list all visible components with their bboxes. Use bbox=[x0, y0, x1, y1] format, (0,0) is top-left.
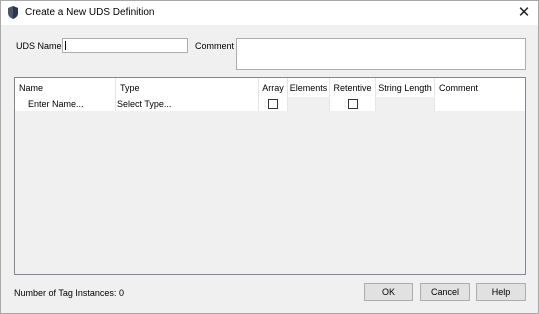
uds-name-label: UDS Name bbox=[16, 41, 62, 51]
grid-header-row: Name Type Array Elements Retentive Strin… bbox=[15, 78, 525, 97]
uds-name-input[interactable] bbox=[62, 38, 188, 53]
close-icon[interactable]: ✕ bbox=[514, 3, 534, 23]
column-header-name[interactable]: Name bbox=[15, 78, 116, 97]
column-header-string-length[interactable]: String Length bbox=[376, 78, 435, 97]
cell-retentive[interactable] bbox=[330, 97, 376, 111]
tag-instances-count: 0 bbox=[119, 288, 125, 298]
help-button[interactable]: Help bbox=[476, 283, 526, 301]
title-bar[interactable]: Create a New UDS Definition ✕ bbox=[1, 1, 538, 25]
cell-string-length[interactable] bbox=[376, 97, 435, 111]
member-grid[interactable]: Name Type Array Elements Retentive Strin… bbox=[14, 77, 526, 275]
uds-definition-dialog: Create a New UDS Definition ✕ UDS Name C… bbox=[0, 0, 539, 314]
cancel-button[interactable]: Cancel bbox=[420, 283, 470, 301]
cell-elements[interactable] bbox=[288, 97, 330, 111]
column-header-array[interactable]: Array bbox=[259, 78, 288, 97]
dialog-title: Create a New UDS Definition bbox=[25, 7, 155, 18]
text-caret bbox=[65, 41, 66, 50]
column-header-retentive[interactable]: Retentive bbox=[330, 78, 376, 97]
shield-app-icon bbox=[8, 6, 18, 19]
comment-label: Comment bbox=[195, 41, 235, 51]
column-header-type[interactable]: Type bbox=[116, 78, 259, 97]
cell-type[interactable]: Select Type... bbox=[116, 97, 259, 111]
retentive-checkbox[interactable] bbox=[348, 99, 358, 109]
table-row[interactable]: Enter Name... Select Type... bbox=[15, 97, 525, 111]
comment-textarea[interactable] bbox=[236, 38, 526, 70]
column-header-elements[interactable]: Elements bbox=[288, 78, 330, 97]
ok-button[interactable]: OK bbox=[364, 283, 413, 301]
column-header-comment[interactable]: Comment bbox=[435, 78, 525, 97]
cell-comment[interactable] bbox=[435, 97, 525, 111]
tag-instances-label: Number of Tag Instances: bbox=[14, 288, 117, 298]
array-checkbox[interactable] bbox=[268, 99, 278, 109]
cell-array[interactable] bbox=[259, 97, 288, 111]
cell-name[interactable]: Enter Name... bbox=[15, 97, 116, 111]
